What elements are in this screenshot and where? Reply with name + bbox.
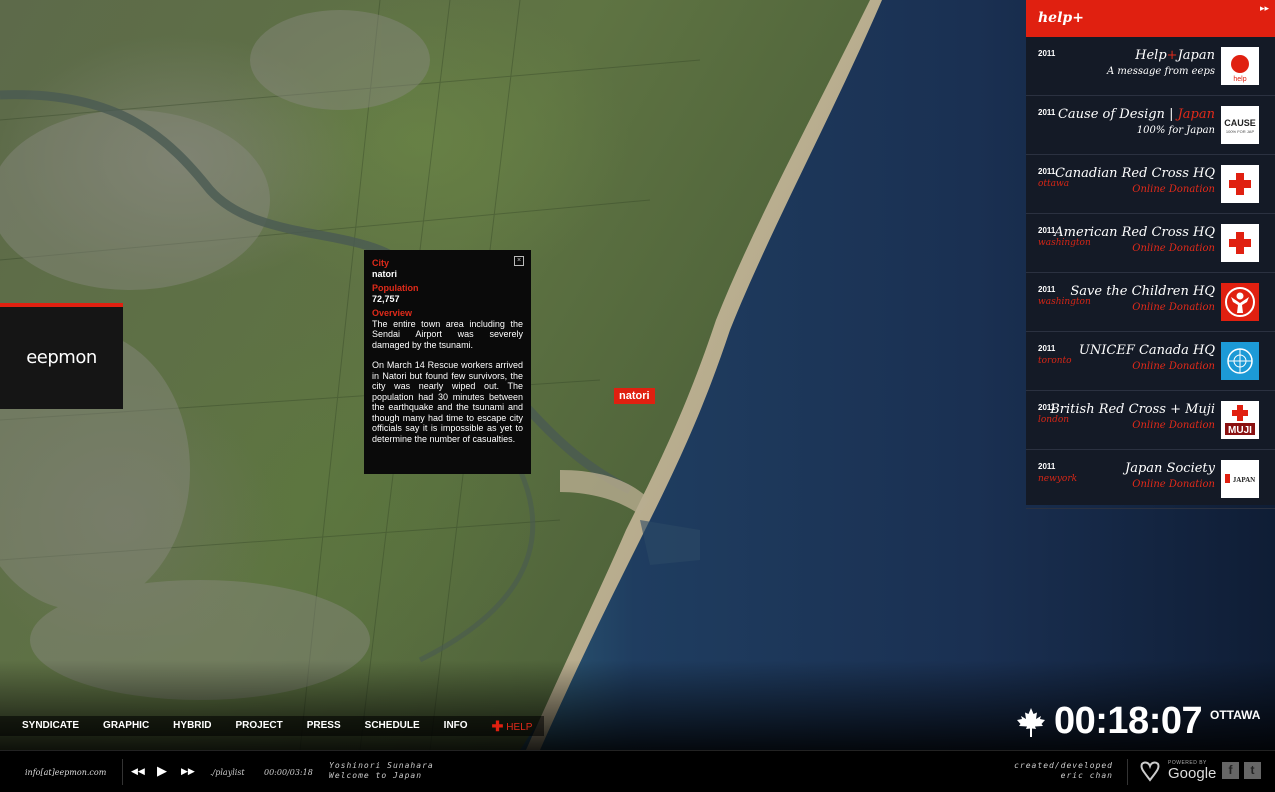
help-logo-text: help <box>1233 76 1246 83</box>
nav-item-help[interactable]: ✚ HELP <box>480 716 545 736</box>
help-item-year: 2011 <box>1038 285 1056 294</box>
help-item-year: 2011 <box>1038 167 1056 176</box>
nav-item-hybrid[interactable]: HYBRID <box>161 716 223 736</box>
help-item-name: UNICEF Canada HQ <box>1078 343 1215 358</box>
help-item-sub: A message from eeps <box>1106 66 1215 77</box>
save-the-children-logo-icon <box>1221 283 1259 321</box>
nav-item-info[interactable]: INFO <box>432 716 480 736</box>
map-marker-natori[interactable]: natori <box>614 388 655 404</box>
clock-city: OTTAWA <box>1210 708 1261 722</box>
cause-logo-icon: CAUSE 100% FOR JAP <box>1221 106 1259 144</box>
population-label: Population <box>372 283 419 293</box>
nav-item-syndicate[interactable]: SYNDICATE <box>0 716 91 736</box>
help-item-name: Save the Children HQ <box>1070 284 1215 299</box>
help-item-british-red-cross-muji[interactable]: 2011 london British Red Cross + Muji Onl… <box>1026 391 1275 450</box>
track-title: Welcome to Japan <box>329 771 423 780</box>
help-item-japan-society[interactable]: 2011 newyork Japan Society Online Donati… <box>1026 450 1275 509</box>
twitter-icon[interactable]: t <box>1244 762 1261 779</box>
playlist-link[interactable]: ./playlist <box>210 768 245 777</box>
help-item-city: newyork <box>1038 474 1078 484</box>
help-item-sub: Online Donation <box>1132 243 1215 254</box>
red-cross-icon <box>1221 224 1259 262</box>
help-item-name: American Red Cross HQ <box>1054 225 1215 240</box>
population-value: 72,757 <box>372 293 400 304</box>
help-item-name: Help+Japan <box>1135 48 1215 63</box>
help-item-name: British Red Cross + Muji <box>1050 402 1215 417</box>
nav-item-schedule[interactable]: SCHEDULE <box>353 716 432 736</box>
city-value: natori <box>372 268 398 279</box>
help-item-year: 2011 <box>1038 49 1056 58</box>
help-item-sub: Online Donation <box>1132 361 1215 372</box>
help-item-help-japan[interactable]: 2011 Help+Japan A message from eeps help <box>1026 37 1275 96</box>
nav-item-press[interactable]: PRESS <box>295 716 353 736</box>
track-artist: Yoshinori Sunahara <box>329 761 434 770</box>
overview-label: Overview <box>372 308 413 318</box>
help-item-year: 2011 <box>1038 226 1056 235</box>
help-item-sub: Online Donation <box>1132 420 1215 431</box>
google-logo: Google <box>1168 765 1217 782</box>
help-item-sub: Online Donation <box>1132 184 1215 195</box>
credit-line-1: created/developed <box>1014 761 1113 770</box>
logo-text: eepmon <box>26 347 97 368</box>
help-item-city: toronto <box>1038 356 1072 366</box>
next-track-icon[interactable]: ▶▶ <box>181 766 195 777</box>
main-nav: SYNDICATE GRAPHIC HYBRID PROJECT PRESS S… <box>0 716 545 736</box>
nav-item-graphic[interactable]: GRAPHIC <box>91 716 161 736</box>
nav-item-project[interactable]: PROJECT <box>224 716 295 736</box>
city-info-popup: × City natori Population 72,757 Overview… <box>364 250 531 474</box>
overview-paragraph-2: On March 14 Rescue workers arrived in Na… <box>372 360 523 444</box>
help-item-name: Cause of Design | Japan <box>1057 107 1215 122</box>
help-item-year: 2011 <box>1038 462 1056 471</box>
japan-society-logo-icon: JAPAN <box>1221 460 1259 498</box>
help-item-american-red-cross[interactable]: 2011 washington American Red Cross HQ On… <box>1026 214 1275 273</box>
help-item-year: 2011 <box>1038 108 1056 117</box>
track-time: 00:00/03:18 <box>264 768 313 777</box>
help-item-sub: Online Donation <box>1132 302 1215 313</box>
site-logo[interactable]: eepmon <box>0 303 123 409</box>
help-item-name: Canadian Red Cross HQ <box>1055 166 1215 181</box>
svg-text:MUJI: MUJI <box>1228 425 1252 436</box>
help-item-name: Japan Society <box>1125 461 1215 476</box>
svg-text:CAUSE: CAUSE <box>1224 118 1256 128</box>
help-item-cause-of-design[interactable]: 2011 Cause of Design | Japan 100% for Ja… <box>1026 96 1275 155</box>
help-item-canadian-red-cross[interactable]: 2011 ottawa Canadian Red Cross HQ Online… <box>1026 155 1275 214</box>
svg-text:100% FOR JAP: 100% FOR JAP <box>1226 129 1255 134</box>
facebook-icon[interactable]: f <box>1222 762 1239 779</box>
maple-leaf-icon <box>1017 708 1045 737</box>
help-item-sub: Online Donation <box>1132 479 1215 490</box>
svg-text:JAPAN: JAPAN <box>1233 476 1255 484</box>
play-icon[interactable]: ▶ <box>157 763 167 779</box>
help-japan-logo-icon: help <box>1221 47 1259 85</box>
help-item-sub: 100% for Japan <box>1136 125 1215 136</box>
help-panel: help+ ▸▸ 2011 Help+Japan A message from … <box>1026 0 1275 509</box>
footer-bar: info[at]eepmon.com ◀◀ ▶ ▶▶ ./playlist 00… <box>0 750 1275 792</box>
divider <box>122 759 123 785</box>
help-panel-header: help+ ▸▸ <box>1026 0 1275 37</box>
close-icon[interactable]: × <box>514 256 524 266</box>
contact-email[interactable]: info[at]eepmon.com <box>25 768 106 777</box>
divider <box>1127 759 1128 785</box>
help-item-save-the-children[interactable]: 2011 washington Save the Children HQ Onl… <box>1026 273 1275 332</box>
clock-time: 00:18:07 <box>1054 700 1203 742</box>
eepmon-mark-icon <box>1140 761 1160 782</box>
muji-logo-icon: MUJI <box>1221 401 1259 439</box>
unicef-logo-icon <box>1221 342 1259 380</box>
prev-track-icon[interactable]: ◀◀ <box>131 766 145 777</box>
help-item-year: 2011 <box>1038 344 1056 353</box>
city-label: City <box>372 258 390 268</box>
credit-line-2[interactable]: eric chan <box>1014 771 1113 781</box>
red-cross-icon <box>1221 165 1259 203</box>
help-panel-title: help+ <box>1038 10 1084 26</box>
overview-paragraph-1: The entire town area including the Senda… <box>372 318 523 350</box>
track-info: Yoshinori Sunahara Welcome to Japan <box>329 761 434 781</box>
credits: created/developed eric chan <box>1014 761 1113 781</box>
plus-icon: ✚ <box>491 718 504 734</box>
collapse-arrow-icon[interactable]: ▸▸ <box>1260 3 1269 14</box>
help-item-unicef-canada[interactable]: 2011 toronto UNICEF Canada HQ Online Don… <box>1026 332 1275 391</box>
